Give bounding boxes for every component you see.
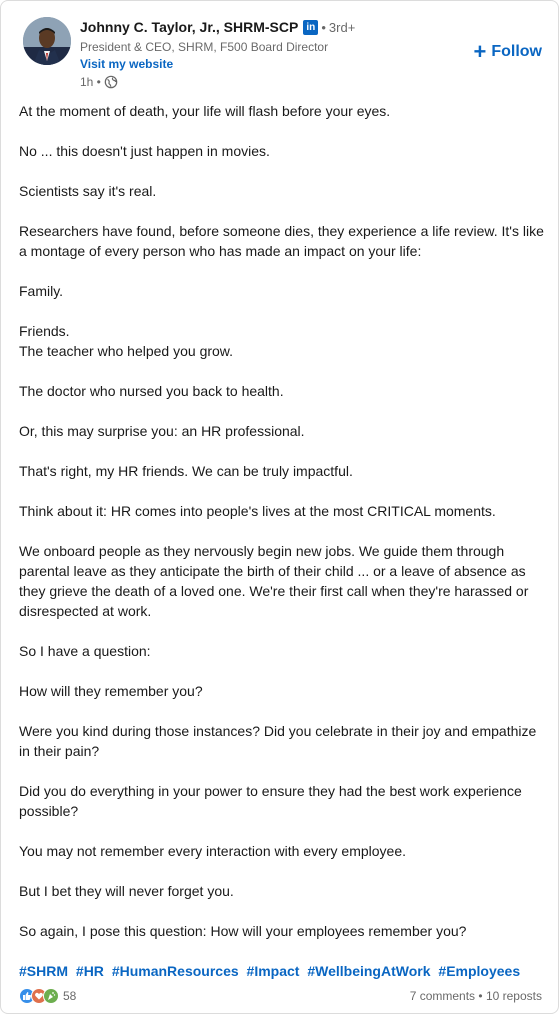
post-paragraph: Researchers have found, before someone d… (19, 223, 544, 259)
post-paragraph: Or, this may surprise you: an HR profess… (19, 423, 305, 439)
hashtag-link[interactable]: #WellbeingAtWork (307, 963, 430, 979)
post-paragraph: Friends. (19, 323, 70, 339)
hashtag-link[interactable]: #Employees (438, 963, 520, 979)
follow-label: Follow (491, 43, 542, 60)
post-paragraph: Were you kind during those instances? Di… (19, 723, 537, 759)
post-paragraph: We onboard people as they nervously begi… (19, 543, 529, 619)
reaction-icons (19, 988, 59, 1004)
hashtag-list: #SHRM #HR #HumanResources #Impact #Wellb… (19, 961, 524, 981)
social-counts-bar: 58 7 comments • 10 reposts (19, 986, 542, 1006)
post-paragraph: Did you do everything in your power to e… (19, 783, 522, 819)
comments-count-link[interactable]: 7 comments (410, 989, 475, 1003)
post-paragraph: That's right, my HR friends. We can be t… (19, 463, 353, 479)
connection-degree: 3rd+ (328, 19, 356, 35)
post-body: At the moment of death, your life will f… (19, 101, 544, 961)
celebrate-icon (43, 988, 59, 1004)
globe-icon (104, 75, 118, 89)
engagement-counts: 7 comments • 10 reposts (410, 989, 542, 1003)
author-name[interactable]: Johnny C. Taylor, Jr., SHRM-SCP (80, 19, 298, 35)
plus-icon: + (473, 39, 487, 64)
hashtag-link[interactable]: #SHRM (19, 963, 68, 979)
post-paragraph: How will they remember you? (19, 683, 203, 699)
post-paragraph: At the moment of death, your life will f… (19, 103, 391, 119)
degree-separator: • (321, 19, 326, 35)
post-paragraph: No ... this doesn't just happen in movie… (19, 143, 270, 159)
author-headline: President & CEO, SHRM, F500 Board Direct… (80, 40, 329, 54)
post-paragraph: The teacher who helped you grow. (19, 343, 234, 359)
post-paragraph: So again, I pose this question: How will… (19, 923, 467, 939)
post-card: Johnny C. Taylor, Jr., SHRM-SCP in • 3rd… (0, 0, 559, 1014)
post-paragraph: You may not remember every interaction w… (19, 843, 406, 859)
post-header: Johnny C. Taylor, Jr., SHRM-SCP in • 3rd… (19, 13, 544, 93)
post-paragraph: So I have a question: (19, 643, 151, 659)
author-name-row: Johnny C. Taylor, Jr., SHRM-SCP in • 3rd… (80, 17, 355, 37)
reposts-count-link[interactable]: 10 reposts (486, 989, 542, 1003)
post-time: 1h • (80, 75, 101, 89)
counts-separator: • (478, 989, 483, 1003)
reactions-summary[interactable]: 58 (19, 988, 76, 1004)
visit-website-link[interactable]: Visit my website (80, 56, 355, 72)
hashtag-link[interactable]: #HumanResources (112, 963, 239, 979)
post-timestamp: 1h • (80, 74, 355, 90)
reaction-count: 58 (63, 989, 77, 1003)
hashtag-link[interactable]: #Impact (247, 963, 300, 979)
follow-button[interactable]: + Follow (473, 39, 542, 64)
post-paragraph: But I bet they will never forget you. (19, 883, 234, 899)
post-paragraph: Scientists say it's real. (19, 183, 157, 199)
linkedin-badge-icon: in (303, 19, 319, 35)
hashtag-link[interactable]: #HR (76, 963, 104, 979)
post-paragraph: Family. (19, 283, 64, 299)
post-paragraph: Think about it: HR comes into people's l… (19, 503, 496, 519)
avatar-photo-icon (23, 17, 71, 65)
author-meta: Johnny C. Taylor, Jr., SHRM-SCP in • 3rd… (80, 17, 355, 90)
post-paragraph: The doctor who nursed you back to health… (19, 383, 284, 399)
author-avatar[interactable] (23, 17, 71, 65)
